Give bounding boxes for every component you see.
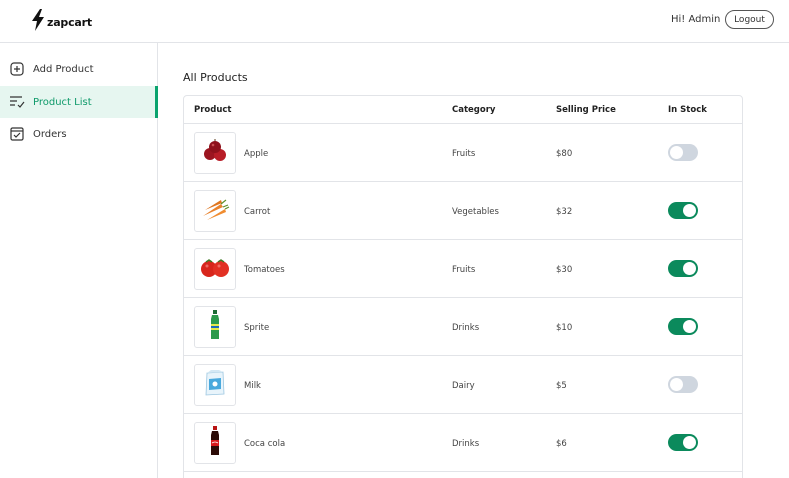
table-row: Tomatoes Fruits $30 [184,240,742,298]
sidebar: Add Product Product List Orders [0,43,158,478]
product-thumbnail [194,364,236,406]
product-name: Coca cola [244,439,286,449]
products-table: Product Category Selling Price In Stock … [183,95,743,478]
brand-logo[interactable]: zapcart [31,9,92,35]
product-name: Tomatoes [244,265,285,275]
product-thumbnail [194,248,236,290]
in-stock-toggle[interactable] [668,318,698,335]
list-check-icon [9,94,25,110]
toggle-knob [670,378,683,391]
product-price: $80 [556,149,573,159]
sidebar-item-add-product[interactable]: Add Product [0,53,158,85]
toggle-knob [683,436,696,449]
in-stock-toggle[interactable] [668,202,698,219]
brand-name: zapcart [47,15,92,29]
apple-image [200,136,230,170]
top-bar: zapcart Hi! Admin Logout [0,0,789,43]
in-stock-toggle[interactable] [668,260,698,277]
milk-pack-image [204,369,226,401]
sprite-bottle-image [208,309,222,345]
product-category: Fruits [452,149,476,159]
plus-square-icon [9,61,25,77]
toggle-knob [683,262,696,275]
in-stock-toggle[interactable] [668,144,698,161]
product-name: Apple [244,149,269,159]
coca-cola-bottle-image [208,425,222,461]
product-thumbnail [194,422,236,464]
table-row: Carrot Vegetables $32 [184,182,742,240]
column-header-in-stock: In Stock [668,105,707,115]
tomato-image [199,252,231,286]
product-thumbnail [194,306,236,348]
page-title: All Products [183,71,248,84]
product-name: Sprite [244,323,270,333]
product-price: $5 [556,381,567,391]
toggle-knob [683,204,696,217]
table-row: Coca cola Drinks $6 [184,414,742,472]
active-indicator [155,86,158,118]
user-greeting: Hi! Admin [671,14,721,25]
table-header: Product Category Selling Price In Stock [184,96,742,124]
product-price: $32 [556,207,573,217]
product-price: $6 [556,439,567,449]
sidebar-item-label: Product List [33,96,92,108]
product-category: Drinks [452,323,480,333]
product-name: Milk [244,381,261,391]
sidebar-item-product-list[interactable]: Product List [0,86,158,118]
product-thumbnail [194,190,236,232]
column-header-product: Product [194,105,232,115]
sidebar-item-label: Add Product [33,63,94,75]
column-header-selling-price: Selling Price [556,105,616,115]
logout-button[interactable]: Logout [725,10,774,29]
product-category: Fruits [452,265,476,275]
product-price: $10 [556,323,573,333]
carrot-image [199,194,231,228]
table-row: Apple Fruits $80 [184,124,742,182]
product-thumbnail [194,132,236,174]
product-price: $30 [556,265,573,275]
sidebar-item-orders[interactable]: Orders [0,118,158,150]
product-category: Dairy [452,381,475,391]
check-square-icon [9,126,25,142]
lightning-bolt-icon [31,9,45,35]
product-category: Drinks [452,439,480,449]
product-name: Carrot [244,207,271,217]
column-header-category: Category [452,105,496,115]
sidebar-item-label: Orders [33,128,67,140]
toggle-knob [670,146,683,159]
table-row: Sprite Drinks $10 [184,298,742,356]
product-category: Vegetables [452,207,499,217]
toggle-knob [683,320,696,333]
in-stock-toggle[interactable] [668,376,698,393]
table-row: Milk Dairy $5 [184,356,742,414]
in-stock-toggle[interactable] [668,434,698,451]
